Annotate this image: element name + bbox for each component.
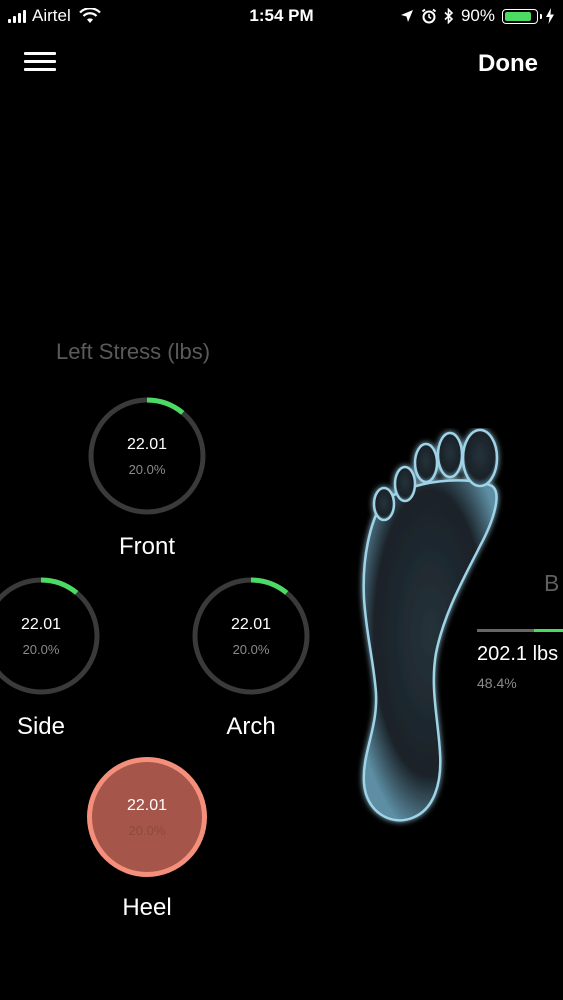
location-icon xyxy=(400,10,413,22)
done-button[interactable]: Done xyxy=(478,50,538,78)
status-bar: Airtel 1:54 PM 90% xyxy=(0,0,563,34)
side-gauge[interactable]: 22.01 20.0% xyxy=(0,576,101,696)
bluetooth-icon xyxy=(444,8,454,24)
right-panel-bar xyxy=(477,629,563,632)
front-ring xyxy=(88,397,206,515)
front-gauge[interactable]: 22.01 20.0% xyxy=(87,396,207,516)
battery-icon xyxy=(502,8,542,24)
left-stress-title: Left Stress (lbs) xyxy=(56,339,211,364)
battery-level-fill xyxy=(505,11,532,21)
arch-ring xyxy=(192,577,310,695)
right-panel-title: B xyxy=(544,570,560,596)
heel-label: Heel xyxy=(122,894,172,921)
side-value: 22.01 xyxy=(20,616,62,633)
right-panel-percent: 48.4% xyxy=(477,675,517,691)
battery-percent: 90% xyxy=(460,6,495,25)
foot-illustration xyxy=(362,428,499,822)
heel-percent: 20.0% xyxy=(128,823,166,838)
arch-percent: 20.0% xyxy=(232,642,270,657)
alarm-icon xyxy=(421,8,437,24)
arch-gauge[interactable]: 22.01 20.0% xyxy=(191,576,311,696)
arch-label: Arch xyxy=(226,713,276,740)
status-right: 90% xyxy=(400,6,555,26)
side-ring xyxy=(0,577,100,695)
side-label: Side xyxy=(16,713,66,740)
arch-value: 22.01 xyxy=(230,616,272,633)
charging-icon xyxy=(546,8,554,24)
heel-gauge[interactable]: 22.01 20.0% xyxy=(87,757,207,877)
side-percent: 20.0% xyxy=(22,642,60,657)
right-panel-value: 202.1 lbs xyxy=(477,643,559,665)
front-percent: 20.0% xyxy=(128,462,166,477)
front-label: Front xyxy=(118,533,175,560)
right-panel-bar-fill xyxy=(534,629,563,632)
hamburger-menu-icon[interactable] xyxy=(24,52,56,74)
heel-value: 22.01 xyxy=(126,797,168,814)
front-value: 22.01 xyxy=(126,436,168,453)
